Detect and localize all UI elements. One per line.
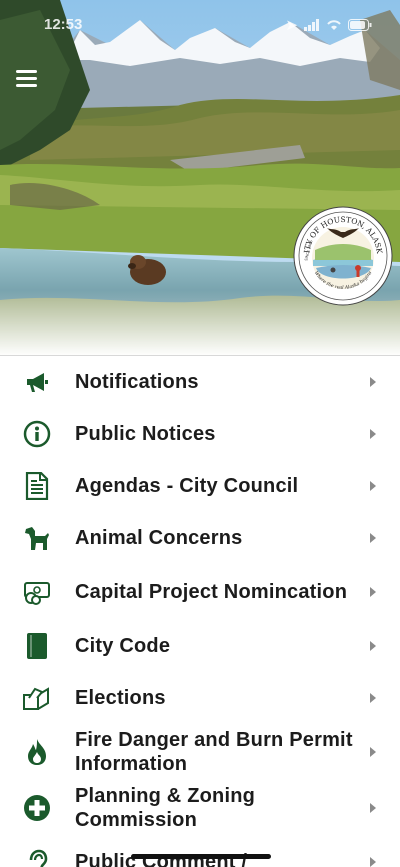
ear-icon [20,845,54,867]
menu-item-label: Fire Danger and Burn Permit Information [75,729,353,775]
chevron-right-icon [370,857,376,867]
hamburger-menu-icon[interactable] [12,66,40,94]
menu-item-label: City Code [75,635,171,657]
menu-item-capital-project-nomincation[interactable]: Capital Project Nomincation [0,564,400,620]
menu-item-label: Planning & Zoning Commission [75,785,256,831]
book-icon [20,629,54,663]
location-arrow-icon: ➤ [285,17,298,34]
menu-item-animal-concerns[interactable]: Animal Concerns [0,512,400,564]
chevron-right-icon [370,803,376,813]
status-bar: 12:53 ➤ [0,14,400,36]
chevron-right-icon [370,747,376,757]
chevron-right-icon [370,533,376,543]
header-banner: 12:53 ➤ CITY OF HOUSTON, ALASKA Where th… [0,0,400,356]
info-circle-icon [20,417,54,451]
fire-icon [20,735,54,769]
menu-item-label: Capital Project Nomincation [75,581,348,603]
home-indicator[interactable] [131,854,271,859]
menu-item-public-notices[interactable]: Public Notices [0,408,400,460]
money-icon [20,575,54,609]
city-seal-logo: CITY OF HOUSTON, ALASKA Where the real A… [293,206,393,306]
chevron-right-icon [370,693,376,703]
menu-item-label: Elections [75,687,166,709]
menu-item-notifications[interactable]: Notifications [0,356,400,408]
megaphone-icon [20,365,54,399]
menu-item-label: Animal Concerns [75,527,243,549]
menu-item-planning-zoning-commission[interactable]: Planning & Zoning Commission [0,780,400,836]
menu-item-public-comment[interactable]: Public Comment / [0,836,400,867]
status-icons: ➤ [285,16,372,34]
menu-item-city-code[interactable]: City Code [0,620,400,672]
menu-item-fire-danger-burn-permit[interactable]: Fire Danger and Burn Permit Information [0,724,400,780]
ballot-box-icon [20,681,54,715]
chevron-right-icon [370,641,376,651]
chevron-right-icon [370,429,376,439]
wifi-icon [327,20,341,30]
menu-list: Notifications Public Notices Agendas - C… [0,355,400,867]
menu-item-label: Public Notices [75,423,216,445]
status-time: 12:53 [44,16,83,33]
chevron-right-icon [370,481,376,491]
menu-item-label: Agendas - City Council [75,475,299,497]
document-icon [20,469,54,503]
dog-icon [20,521,54,555]
chevron-right-icon [370,587,376,597]
chevron-right-icon [370,377,376,387]
menu-item-label: Notifications [75,371,199,393]
battery-icon [348,19,372,31]
plus-circle-icon [20,791,54,825]
menu-item-elections[interactable]: Elections [0,672,400,724]
signal-icon [304,19,319,31]
menu-item-agendas-city-council[interactable]: Agendas - City Council [0,460,400,512]
